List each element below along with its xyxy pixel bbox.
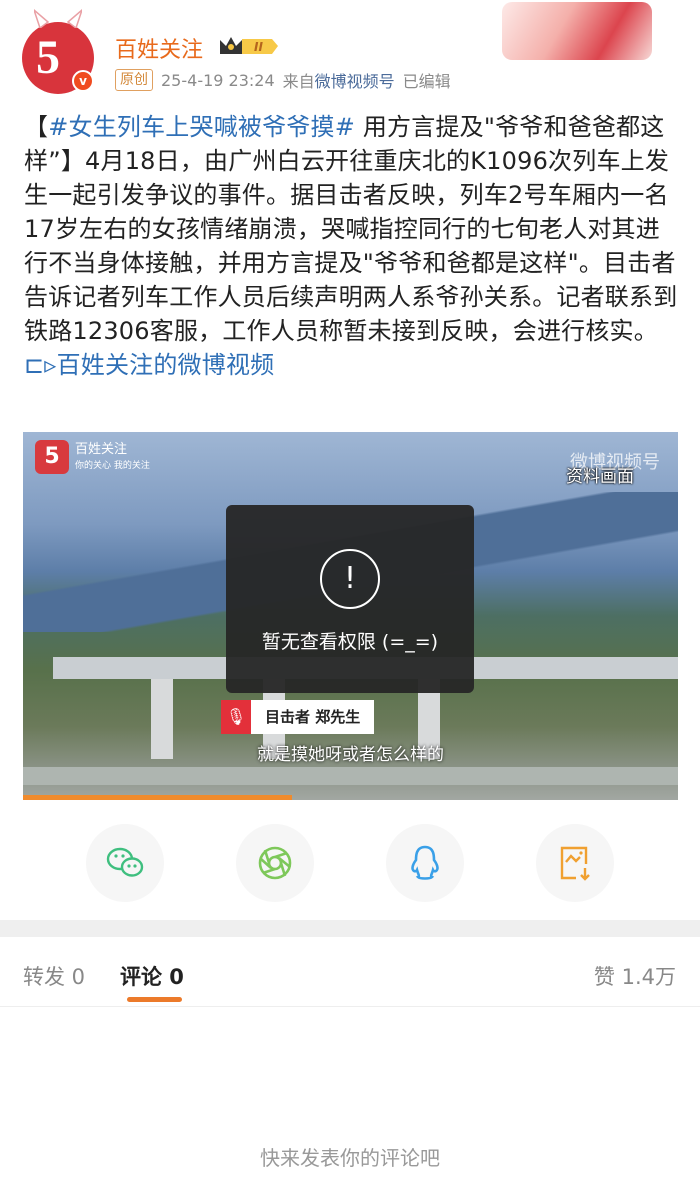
hashtag-link[interactable]: #女生列车上哭喊被爷爷摸# [48,113,355,141]
subtitle: 就是摸她呀或者怎么样的 [257,745,444,765]
video-link-label: 百姓关注的微博视频 [56,351,275,379]
channel-logo-icon: 5 [35,440,69,474]
bracket: 【 [24,113,49,141]
save-image-icon [560,846,590,881]
tab-comment[interactable]: 评论 0 [120,961,184,991]
speaker-caption: 🎙 目击者 郑先生 [221,700,375,734]
share-moments-button[interactable] [236,824,314,902]
section-divider [0,920,700,937]
archive-label: 资料画面 [566,467,634,487]
post-meta: 原创 25-4-19 23:24 来自微博视频号 已编辑 [115,68,451,92]
speaker-name: 目击者 郑先生 [251,700,375,734]
interaction-tabs: 转发 0 评论 0 赞 1.4万 [0,937,700,1007]
decoration-banner [502,2,652,60]
verified-badge-icon: v [72,70,94,92]
video-progress-bar[interactable] [23,795,292,800]
logo-glyph: 5 [36,31,60,84]
post-time: 25-4-19 23:24 [161,70,275,90]
source-link[interactable]: 微博视频号 [315,72,395,91]
tab-repost[interactable]: 转发 0 [23,961,85,991]
channel-logo-text: 百姓关注 你的关心 我的关注 [75,442,150,471]
share-qq-button[interactable] [386,824,464,902]
video-link-icon: ⊏▹ [24,351,57,379]
edited-label[interactable]: 已编辑 [403,68,451,92]
microphone-icon: 🎙 [221,700,251,734]
empty-comments-prompt[interactable]: 快来发表你的评论吧 [0,1142,700,1171]
qq-icon [411,845,439,880]
moments-icon [258,846,292,880]
active-tab-indicator [127,997,182,1002]
wechat-icon [106,847,144,877]
level-badge-icon[interactable]: II [218,34,280,58]
no-permission-dialog: ! 暂无查看权限 (=_=) [226,505,474,693]
video-link[interactable]: ⊏▹百姓关注的微博视频 [24,351,274,379]
original-tag: 原创 [115,69,153,91]
username[interactable]: 百姓关注 [115,32,203,64]
save-image-button[interactable] [536,824,614,902]
no-permission-text: 暂无查看权限 (=_=) [261,631,439,653]
tab-like[interactable]: 赞 1.4万 [594,961,676,991]
level-text: II [254,40,263,54]
warning-icon: ! [320,549,380,609]
from-prefix: 来自 [282,72,315,91]
share-wechat-button[interactable] [86,824,164,902]
post-body: 用方言提及"爷爷和爸爸都这样”】4月18日，由广州白云开往重庆北的K1096次列… [24,113,678,345]
video-player[interactable]: 5 百姓关注 你的关心 我的关注 微博视频号 资料画面 ! 暂无查看权限 (=_=… [23,432,678,800]
post-text: 【#女生列车上哭喊被爷爷摸# 用方言提及"爷爷和爸爸都这样”】4月18日，由广州… [24,110,684,382]
bunny-ears-icon [34,9,82,28]
